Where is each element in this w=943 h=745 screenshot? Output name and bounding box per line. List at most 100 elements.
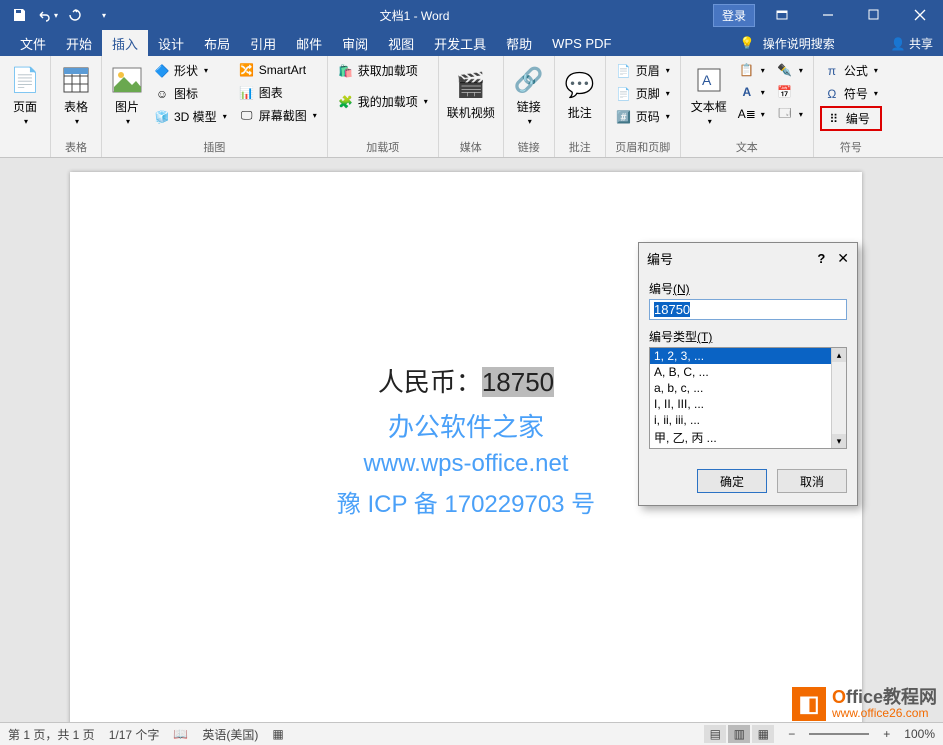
screenshot-button[interactable]: 🖵屏幕截图▾ xyxy=(235,105,321,126)
shapes-button[interactable]: 🔷形状▾ xyxy=(150,60,231,81)
print-layout-button[interactable]: ▥ xyxy=(728,725,750,743)
smartart-button[interactable]: 🔀SmartArt xyxy=(235,60,321,80)
pagenum-button[interactable]: #️⃣页码▾ xyxy=(612,106,674,127)
quickparts-button[interactable]: 📋▾ xyxy=(735,60,769,80)
tab-layout[interactable]: 布局 xyxy=(194,30,240,57)
listbox-scrollbar[interactable]: ▴ ▾ xyxy=(831,348,846,448)
macro-icon[interactable]: ▦ xyxy=(272,727,283,741)
tab-references[interactable]: 引用 xyxy=(240,30,286,57)
word-count[interactable]: 1/17 个字 xyxy=(109,726,160,743)
number-input[interactable]: 18750 xyxy=(649,299,847,320)
tell-me-search[interactable]: 操作说明搜索 xyxy=(763,35,835,52)
group-headerfooter: 📄页眉▾ 📄页脚▾ #️⃣页码▾ 页眉和页脚 xyxy=(606,56,681,157)
list-item[interactable]: i, ii, iii, ... xyxy=(650,412,831,428)
dialog-title: 编号 xyxy=(647,249,817,268)
bulb-icon: 💡 xyxy=(740,36,755,50)
list-item[interactable]: a, b, c, ... xyxy=(650,380,831,396)
page-status[interactable]: 第 1 页，共 1 页 xyxy=(8,726,95,743)
online-video-button[interactable]: 🎬 联机视频 xyxy=(443,58,499,132)
datetime-icon: 📅 xyxy=(777,84,793,100)
ok-button[interactable]: 确定 xyxy=(697,469,767,493)
tab-developer[interactable]: 开发工具 xyxy=(424,30,496,57)
header-button[interactable]: 📄页眉▾ xyxy=(612,60,674,81)
tab-help[interactable]: 帮助 xyxy=(496,30,542,57)
dialog-help-button[interactable]: ? xyxy=(817,251,825,266)
group-label-symbols: 符号 xyxy=(818,137,884,157)
smartart-icon: 🔀 xyxy=(239,62,255,78)
list-item[interactable]: A, B, C, ... xyxy=(650,364,831,380)
screenshot-icon: 🖵 xyxy=(239,108,255,124)
icons-button[interactable]: ☺图标 xyxy=(150,83,231,104)
chart-button[interactable]: 📊图表 xyxy=(235,82,321,103)
my-addins-button[interactable]: 🧩我的加载项▾ xyxy=(334,91,432,112)
zoom-level[interactable]: 100% xyxy=(904,727,935,741)
redo-button[interactable] xyxy=(62,3,88,27)
group-label-table: 表格 xyxy=(55,137,97,157)
zoom-in-button[interactable]: + xyxy=(883,727,890,741)
scroll-down-icon[interactable]: ▾ xyxy=(832,434,846,448)
chart-icon: 📊 xyxy=(239,85,255,101)
selected-number[interactable]: 18750 xyxy=(482,367,554,397)
spellcheck-icon[interactable]: 📖 xyxy=(173,727,188,741)
tab-review[interactable]: 审阅 xyxy=(332,30,378,57)
model3d-button[interactable]: 🧊3D 模型▾ xyxy=(150,106,231,127)
pictures-icon xyxy=(111,64,143,96)
status-bar: 第 1 页，共 1 页 1/17 个字 📖 英语(美国) ▦ ▤ ▥ ▦ − +… xyxy=(0,722,943,745)
textbox-button[interactable]: A 文本框▾ xyxy=(685,58,733,132)
footer-button[interactable]: 📄页脚▾ xyxy=(612,83,674,104)
sigline-button[interactable]: ✒️▾ xyxy=(773,60,807,80)
comment-button[interactable]: 💬 批注 xyxy=(559,58,601,132)
wordart-button[interactable]: A▾ xyxy=(735,82,769,102)
list-item[interactable]: I, II, III, ... xyxy=(650,396,831,412)
myaddins-icon: 🧩 xyxy=(338,94,354,110)
close-button[interactable] xyxy=(897,0,943,30)
save-button[interactable] xyxy=(6,3,32,27)
tab-file[interactable]: 文件 xyxy=(10,30,56,57)
tab-wpspdf[interactable]: WPS PDF xyxy=(542,32,621,55)
number-button[interactable]: ⠿编号 xyxy=(820,106,882,131)
dialog-close-button[interactable]: ✕ xyxy=(837,250,849,267)
quickparts-icon: 📋 xyxy=(739,62,755,78)
store-icon: 🛍️ xyxy=(338,63,354,79)
equation-button[interactable]: π公式▾ xyxy=(820,60,882,81)
tab-design[interactable]: 设计 xyxy=(148,30,194,57)
tab-home[interactable]: 开始 xyxy=(56,30,102,57)
tab-insert[interactable]: 插入 xyxy=(102,30,148,57)
zoom-out-button[interactable]: − xyxy=(788,727,795,741)
object-button[interactable]: 🗔▾ xyxy=(773,104,807,124)
group-label-comments: 批注 xyxy=(559,137,601,157)
tab-mailings[interactable]: 邮件 xyxy=(286,30,332,57)
pictures-button[interactable]: 图片▾ xyxy=(106,58,148,132)
language-status[interactable]: 英语(美国) xyxy=(202,726,258,743)
list-item[interactable]: 甲, 乙, 丙 ... xyxy=(650,428,831,447)
cancel-button[interactable]: 取消 xyxy=(777,469,847,493)
web-layout-button[interactable]: ▦ xyxy=(752,725,774,743)
link-button[interactable]: 🔗 链接▾ xyxy=(508,58,550,132)
login-button[interactable]: 登录 xyxy=(713,4,755,27)
scroll-up-icon[interactable]: ▴ xyxy=(832,348,846,362)
ribbon-options-button[interactable] xyxy=(759,0,805,30)
maximize-button[interactable] xyxy=(851,0,897,30)
tab-view[interactable]: 视图 xyxy=(378,30,424,57)
header-icon: 📄 xyxy=(616,63,632,79)
view-buttons: ▤ ▥ ▦ xyxy=(704,725,774,743)
pages-button[interactable]: 📄 页面▾ xyxy=(4,58,46,132)
number-type-listbox[interactable]: 1, 2, 3, ... A, B, C, ... a, b, c, ... I… xyxy=(649,347,847,449)
minimize-button[interactable] xyxy=(805,0,851,30)
qat-customize-button[interactable]: ▾ xyxy=(90,3,116,27)
dropcap-icon: A≣ xyxy=(739,106,755,122)
datetime-button[interactable]: 📅 xyxy=(773,82,807,102)
link-icon: 🔗 xyxy=(513,64,545,96)
comment-icon: 💬 xyxy=(564,70,596,102)
window-controls xyxy=(759,0,943,30)
get-addins-button[interactable]: 🛍️获取加载项 xyxy=(334,60,432,81)
undo-button[interactable]: ▾ xyxy=(34,3,60,27)
share-button[interactable]: 👤 共享 xyxy=(891,35,933,52)
table-button[interactable]: 表格▾ xyxy=(55,58,97,132)
list-item[interactable]: 1, 2, 3, ... xyxy=(650,348,831,364)
read-mode-button[interactable]: ▤ xyxy=(704,725,726,743)
group-symbols: π公式▾ Ω符号▾ ⠿编号 符号 xyxy=(814,56,888,157)
sigline-icon: ✒️ xyxy=(777,62,793,78)
symbol-button[interactable]: Ω符号▾ xyxy=(820,83,882,104)
dropcap-button[interactable]: A≣▾ xyxy=(735,104,769,124)
